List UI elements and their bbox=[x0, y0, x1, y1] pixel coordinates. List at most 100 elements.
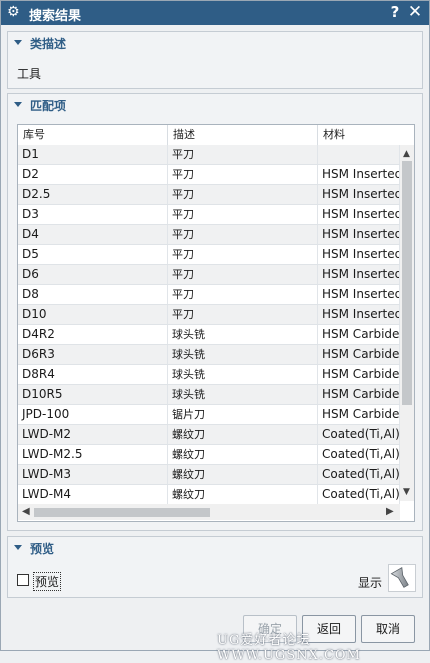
cell-library-number: D6 bbox=[18, 265, 168, 284]
cell-description: 平刀 bbox=[168, 145, 318, 164]
table-row[interactable]: D4 平刀 HSM Inserted bbox=[18, 225, 400, 245]
cell-material: HSM Inserted bbox=[318, 245, 400, 264]
cell-description: 平刀 bbox=[168, 185, 318, 204]
cell-library-number: D5 bbox=[18, 245, 168, 264]
flashlight-icon bbox=[390, 567, 409, 588]
scroll-left-icon[interactable]: ◀ bbox=[22, 506, 30, 517]
show-result-button[interactable] bbox=[388, 564, 416, 592]
vertical-scrollbar[interactable]: ▲ ▼ bbox=[400, 145, 414, 501]
results-table[interactable]: 库号 描述 材料 D1 平刀 D2 平刀 HSM Inserted D2.5 平刀 HSM I… bbox=[17, 124, 415, 522]
column-header-library-number[interactable]: 库号 bbox=[18, 125, 168, 145]
scroll-up-icon[interactable]: ▲ bbox=[403, 149, 410, 159]
preview-checkbox-label[interactable]: 预览 bbox=[33, 572, 62, 591]
cell-description: 平刀 bbox=[168, 305, 318, 324]
cell-material: HSM Inserted bbox=[318, 165, 400, 184]
horizontal-scrollbar[interactable]: ◀ ▶ bbox=[18, 504, 400, 520]
table-row[interactable]: D8R4 球头铣 HSM Carbide bbox=[18, 365, 400, 385]
table-row[interactable]: D6R3 球头铣 HSM Carbide bbox=[18, 345, 400, 365]
table-row[interactable]: D10R5 球头铣 HSM Carbide bbox=[18, 385, 400, 405]
table-row[interactable]: D3 平刀 HSM Inserted bbox=[18, 205, 400, 225]
cell-material: HSM Carbide bbox=[318, 405, 400, 424]
table-row[interactable]: D10 平刀 HSM Inserted bbox=[18, 305, 400, 325]
cell-description: 球头铣 bbox=[168, 345, 318, 364]
class-description-header[interactable]: 类描述 bbox=[8, 32, 422, 54]
table-row[interactable]: LWD-M2.5 螺纹刀 Coated(Ti,Al) bbox=[18, 445, 400, 465]
cell-library-number: LWD-M4 bbox=[18, 485, 168, 504]
cell-library-number: JPD-100 bbox=[18, 405, 168, 424]
table-row[interactable]: D4R2 球头铣 HSM Carbide bbox=[18, 325, 400, 345]
cell-library-number: D3 bbox=[18, 205, 168, 224]
cell-library-number: LWD-M2.5 bbox=[18, 445, 168, 464]
collapse-triangle-icon[interactable] bbox=[14, 40, 22, 45]
cell-library-number: D2.5 bbox=[18, 185, 168, 204]
cell-material: HSM Carbide bbox=[318, 345, 400, 364]
cell-description: 锯片刀 bbox=[168, 405, 318, 424]
cell-library-number: LWD-M2 bbox=[18, 425, 168, 444]
cell-library-number: D1 bbox=[18, 145, 168, 164]
cell-description: 球头铣 bbox=[168, 325, 318, 344]
watermark: UG爱好者论坛 WWW.UGSNX.COM bbox=[217, 633, 361, 663]
collapse-triangle-icon[interactable] bbox=[14, 545, 22, 550]
table-row[interactable]: D1 平刀 bbox=[18, 145, 400, 165]
show-label: 显示 bbox=[358, 576, 383, 590]
cell-library-number: D8 bbox=[18, 285, 168, 304]
window-title: 搜索结果 bbox=[29, 9, 82, 24]
scroll-right-icon[interactable]: ▶ bbox=[386, 506, 394, 517]
vertical-scroll-thumb[interactable] bbox=[402, 161, 412, 405]
cell-material: HSM Carbide bbox=[318, 325, 400, 344]
cell-material: Coated(Ti,Al) bbox=[318, 425, 400, 444]
horizontal-scroll-thumb[interactable] bbox=[34, 508, 210, 517]
cell-material: HSM Carbide bbox=[318, 365, 400, 384]
cell-description: 平刀 bbox=[168, 285, 318, 304]
cell-material: HSM Inserted bbox=[318, 265, 400, 284]
cell-material: HSM Inserted bbox=[318, 225, 400, 244]
cell-library-number: LWD-M3 bbox=[18, 465, 168, 484]
table-row[interactable]: D6 平刀 HSM Inserted bbox=[18, 265, 400, 285]
table-header: 库号 描述 材料 bbox=[18, 125, 414, 146]
cell-library-number: D10R5 bbox=[18, 385, 168, 404]
preview-title: 预览 bbox=[30, 542, 55, 556]
close-button[interactable]: ✕ bbox=[406, 2, 424, 22]
search-results-dialog: ⚙ 搜索结果 ? ✕ 类描述 工具 匹配项 库号 描述 材料 D1 平刀 D2 平刀 H… bbox=[0, 0, 430, 663]
cell-description: 螺纹刀 bbox=[168, 465, 318, 484]
table-row[interactable]: D2.5 平刀 HSM Inserted bbox=[18, 185, 400, 205]
cell-material: HSM Inserted bbox=[318, 305, 400, 324]
scroll-down-icon[interactable]: ▼ bbox=[403, 487, 410, 497]
cell-library-number: D8R4 bbox=[18, 365, 168, 384]
cell-description: 螺纹刀 bbox=[168, 445, 318, 464]
preview-header[interactable]: 预览 bbox=[8, 537, 422, 559]
help-button[interactable]: ? bbox=[387, 3, 403, 21]
cell-description: 平刀 bbox=[168, 225, 318, 244]
table-row[interactable]: JPD-100 锯片刀 HSM Carbide bbox=[18, 405, 400, 425]
table-row[interactable]: D2 平刀 HSM Inserted bbox=[18, 165, 400, 185]
cell-material: Coated(Ti,Al) bbox=[318, 485, 400, 504]
title-bar[interactable]: ⚙ 搜索结果 ? ✕ bbox=[1, 1, 429, 25]
table-row[interactable]: D8 平刀 HSM Inserted bbox=[18, 285, 400, 305]
class-description-group: 类描述 工具 bbox=[7, 31, 423, 89]
cell-library-number: D10 bbox=[18, 305, 168, 324]
gear-icon[interactable]: ⚙ bbox=[7, 4, 23, 20]
collapse-triangle-icon[interactable] bbox=[14, 102, 22, 107]
column-header-description[interactable]: 描述 bbox=[168, 125, 318, 145]
cell-material: Coated(Ti,Al) bbox=[318, 445, 400, 464]
cell-description: 球头铣 bbox=[168, 385, 318, 404]
class-description-value: 工具 bbox=[17, 67, 42, 81]
table-row[interactable]: LWD-M3 螺纹刀 Coated(Ti,Al) bbox=[18, 465, 400, 485]
preview-checkbox[interactable] bbox=[17, 574, 29, 586]
cell-material: Coated(Ti,Al) bbox=[318, 465, 400, 484]
table-row[interactable]: D5 平刀 HSM Inserted bbox=[18, 245, 400, 265]
class-description-title: 类描述 bbox=[30, 37, 67, 51]
preview-group: 预览 预览 显示 bbox=[7, 536, 423, 598]
cell-library-number: D4R2 bbox=[18, 325, 168, 344]
column-header-material[interactable]: 材料 bbox=[318, 125, 414, 145]
cell-material: HSM Inserted bbox=[318, 185, 400, 204]
cell-description: 平刀 bbox=[168, 245, 318, 264]
cell-material: HSM Inserted bbox=[318, 205, 400, 224]
cell-material bbox=[318, 145, 400, 164]
table-row[interactable]: LWD-M2 螺纹刀 Coated(Ti,Al) bbox=[18, 425, 400, 445]
cell-library-number: D4 bbox=[18, 225, 168, 244]
table-row[interactable]: LWD-M4 螺纹刀 Coated(Ti,Al) bbox=[18, 485, 400, 505]
cell-description: 平刀 bbox=[168, 265, 318, 284]
cell-description: 螺纹刀 bbox=[168, 485, 318, 504]
matches-header[interactable]: 匹配项 bbox=[8, 94, 422, 116]
